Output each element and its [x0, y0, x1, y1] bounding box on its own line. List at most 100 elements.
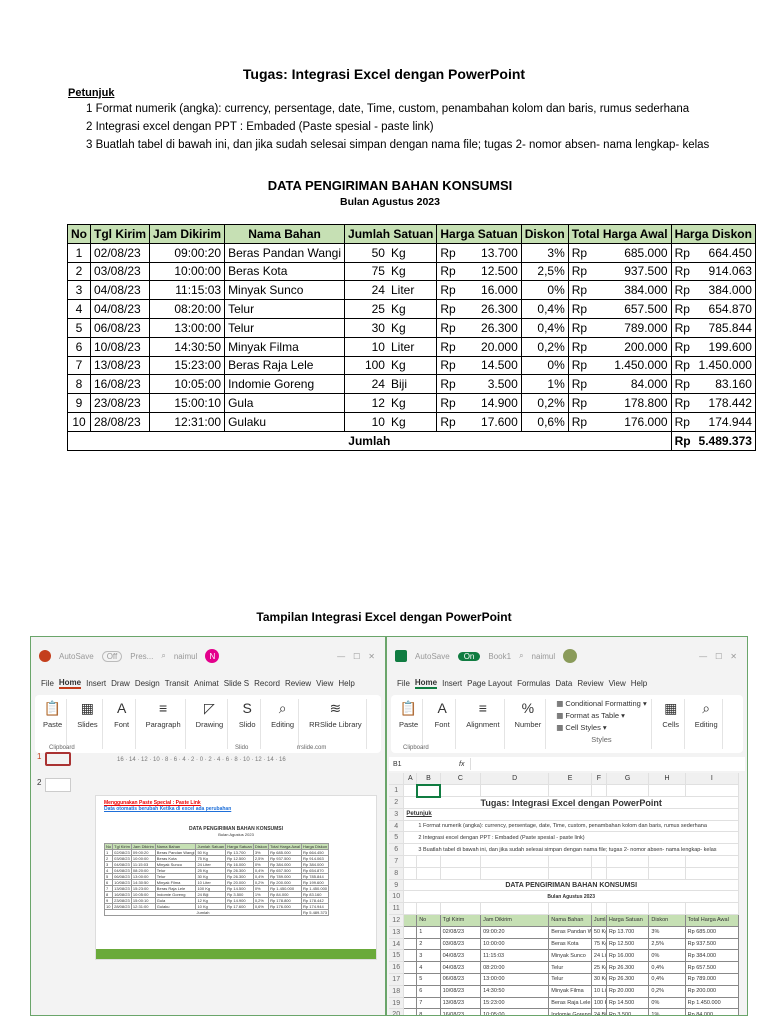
tab-help[interactable]: Help — [631, 679, 647, 688]
fx-icon[interactable]: fx — [459, 761, 464, 768]
column-header[interactable]: A — [403, 773, 418, 786]
maximize-icon[interactable]: ☐ — [715, 652, 722, 661]
ribbon-paste[interactable]: 📋 Paste — [39, 699, 68, 749]
sheet-cell[interactable] — [648, 855, 686, 868]
sheet-cell[interactable] — [480, 855, 550, 868]
ribbon-font[interactable]: A Font — [429, 699, 457, 749]
styles-format-as-table[interactable]: ▦ Format as Table ▾ — [556, 711, 625, 720]
ribbon-slido[interactable]: S Slido — [234, 699, 262, 749]
ribbon-editing[interactable]: ⌕ Editing — [267, 699, 300, 749]
tab-formulas[interactable]: Formulas — [517, 679, 550, 688]
ribbon-alignment[interactable]: ≡ Alignment — [462, 699, 505, 749]
tab-insert[interactable]: Insert — [86, 679, 106, 688]
ribbon-cells[interactable]: ▦ Cells — [658, 699, 685, 749]
styles-conditional-formatting[interactable]: ▦ Conditional Formatting ▾ — [556, 699, 646, 708]
sheet-cell[interactable] — [403, 855, 418, 868]
tab-home[interactable]: Home — [414, 678, 438, 689]
sheet-cell[interactable] — [480, 867, 550, 880]
minimize-icon[interactable]: — — [699, 652, 707, 661]
name-box[interactable]: B1 — [393, 761, 453, 768]
tab-review[interactable]: Review — [285, 679, 311, 688]
sheet-cell[interactable] — [403, 867, 418, 880]
row-number[interactable]: 1 — [389, 784, 405, 798]
row-number[interactable]: 6 — [389, 843, 405, 857]
tab-record[interactable]: Record — [254, 679, 280, 688]
slide-canvas[interactable]: Menggunakan Paste Special : Paste Link D… — [95, 795, 377, 960]
row-number[interactable]: 14 — [389, 938, 405, 951]
sheet-cell[interactable] — [548, 855, 592, 868]
sheet-cell[interactable] — [548, 867, 592, 880]
sheet-cell[interactable] — [480, 902, 550, 916]
autosave-toggle[interactable]: Off — [101, 650, 123, 662]
file-name[interactable]: Pres... — [130, 652, 153, 661]
ribbon-number[interactable]: % Number — [511, 699, 547, 749]
column-header[interactable]: B — [416, 773, 441, 786]
tab-animat[interactable]: Animat — [194, 679, 219, 688]
sheet-cell[interactable] — [440, 902, 482, 916]
sheet-cell[interactable] — [606, 867, 650, 880]
column-header[interactable]: I — [685, 773, 740, 786]
ribbon-slides[interactable]: ▦ Slides — [73, 699, 103, 749]
tab-transit[interactable]: Transit — [165, 679, 189, 688]
autosave-toggle[interactable]: On — [457, 651, 481, 661]
tab-view[interactable]: View — [316, 679, 333, 688]
ribbon-paragraph[interactable]: ≡ Paragraph — [142, 699, 186, 749]
sheet-cell[interactable] — [685, 855, 740, 868]
file-name[interactable]: Book1 — [488, 652, 511, 661]
row-number[interactable]: 9 — [389, 879, 405, 892]
row-number[interactable]: 11 — [389, 902, 405, 916]
row-number[interactable]: 2 — [389, 796, 405, 809]
row-number[interactable]: 7 — [389, 855, 405, 868]
sheet-cell[interactable] — [415, 783, 442, 798]
sheet-cell[interactable] — [648, 867, 686, 880]
formula-input[interactable] — [470, 758, 745, 770]
row-number[interactable]: 8 — [389, 867, 405, 880]
sheet-cell[interactable] — [403, 784, 418, 798]
column-header[interactable]: D — [480, 773, 550, 786]
column-header[interactable]: F — [591, 773, 607, 786]
sheet-cell[interactable] — [416, 902, 441, 916]
sheet-cell[interactable] — [648, 784, 686, 798]
slide-thumbnail[interactable] — [45, 752, 72, 766]
tab-home[interactable]: Home — [58, 678, 82, 689]
ribbon-paste[interactable]: 📋 Paste — [395, 699, 424, 749]
search-icon[interactable]: ⌕ — [161, 651, 165, 661]
sheet-cell[interactable] — [440, 855, 482, 868]
styles-cell-styles[interactable]: ▦ Cell Styles ▾ — [556, 723, 606, 732]
column-header[interactable]: G — [606, 773, 650, 786]
row-number[interactable]: 20 — [389, 1008, 405, 1015]
sheet-cell[interactable] — [685, 902, 740, 916]
tab-draw[interactable]: Draw — [111, 679, 130, 688]
tab-help[interactable]: Help — [338, 679, 354, 688]
tab-view[interactable]: View — [609, 679, 626, 688]
sheet-cell[interactable] — [606, 855, 650, 868]
sheet-cell[interactable] — [591, 902, 607, 916]
tab-insert[interactable]: Insert — [442, 679, 462, 688]
sheet-cell[interactable] — [685, 784, 740, 798]
sheet-cell[interactable] — [440, 867, 482, 880]
linked-table[interactable]: No Tgl Kirim Jam Dikirim Nama Bahan Jumlah S… — [103, 843, 330, 916]
sheet-cell[interactable] — [591, 855, 607, 868]
row-number[interactable]: 15 — [389, 949, 405, 963]
column-header[interactable]: C — [440, 773, 482, 786]
row-number[interactable]: 18 — [389, 985, 405, 998]
row-number[interactable]: 12 — [389, 914, 405, 927]
sheet-cell[interactable] — [591, 784, 607, 798]
search-icon[interactable]: ⌕ — [519, 651, 523, 661]
ribbon-editing[interactable]: ⌕ Editing — [691, 699, 723, 749]
column-header[interactable]: E — [548, 773, 592, 786]
sheet-cell[interactable] — [548, 784, 592, 798]
row-number[interactable]: 17 — [389, 973, 405, 986]
tab-review[interactable]: Review — [577, 679, 603, 688]
minimize-icon[interactable]: — — [337, 652, 345, 661]
tab-design[interactable]: Design — [135, 679, 160, 688]
sheet-cell[interactable] — [416, 867, 441, 880]
row-number[interactable]: 19 — [389, 997, 405, 1010]
corner-cell[interactable] — [389, 773, 405, 786]
tab-slide-s[interactable]: Slide S — [224, 679, 249, 688]
row-number[interactable]: 4 — [389, 820, 405, 833]
sheet-cell[interactable] — [403, 902, 418, 916]
row-number[interactable]: 10 — [389, 890, 405, 904]
sheet-cell[interactable] — [480, 784, 550, 798]
ribbon-font[interactable]: A Font — [109, 699, 136, 749]
